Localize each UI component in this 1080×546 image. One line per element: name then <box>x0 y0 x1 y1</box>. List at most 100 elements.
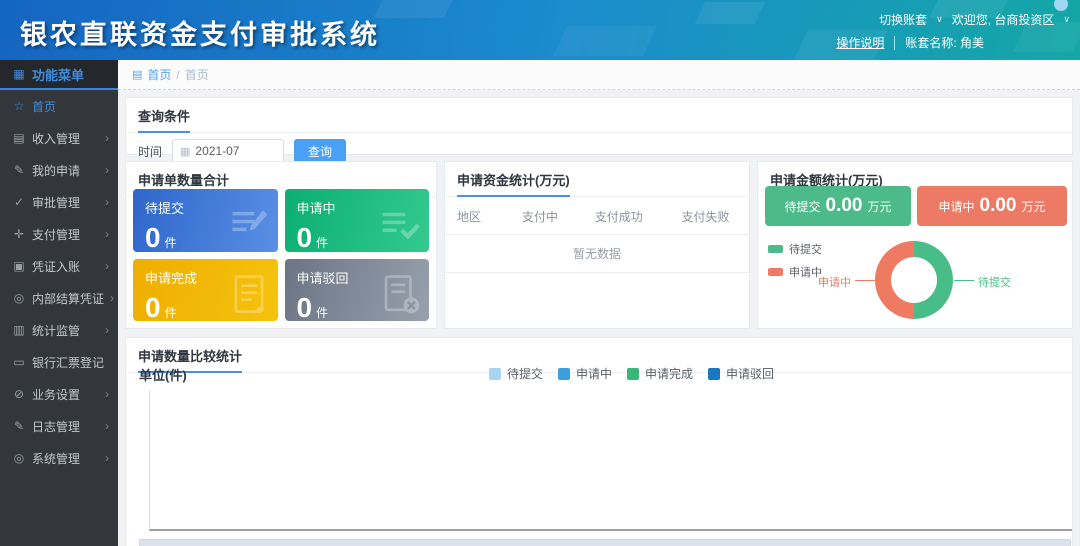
sidebar: ▦ 功能菜单 ☆ 首页 ▤ 收入管理 › ✎ 我的申请 › ✓ 审批管理 › ✛… <box>0 60 118 546</box>
gear-icon: ◎ <box>12 451 26 465</box>
header-top-row: 切换账套 ∨ 欢迎您, 台商投资区 ∨ <box>879 11 1070 28</box>
sidebar-item-system-management[interactable]: ◎ 系统管理 › <box>0 442 118 474</box>
legend-item-applying[interactable]: 申请中 <box>558 365 612 382</box>
sidebar-item-label: 统计监管 <box>32 322 80 339</box>
sidebar-menu-header: ▦ 功能菜单 <box>0 60 118 90</box>
legend-swatch-dark-blue <box>708 368 720 380</box>
sidebar-item-label: 收入管理 <box>32 130 80 147</box>
legend-item-pending[interactable]: 待提交 <box>768 241 822 257</box>
card-completed: 申请完成 0件 <box>133 259 278 322</box>
sidebar-item-log-management[interactable]: ✎ 日志管理 › <box>0 410 118 442</box>
sidebar-item-label: 凭证入账 <box>32 258 80 275</box>
query-panel: 查询条件 时间 ▦ 查询 <box>125 97 1073 155</box>
legend-item-pending-submit[interactable]: 待提交 <box>489 365 543 382</box>
donut-callout-line-left <box>855 280 875 281</box>
sidebar-item-label: 首页 <box>32 98 56 115</box>
sidebar-item-approval[interactable]: ✓ 审批管理 › <box>0 186 118 218</box>
count-cards: 待提交 0件 申请中 0件 申请 <box>133 189 429 321</box>
comparison-chart-panel: 申请数量比较统计 单位(件) 待提交 申请中 申请完成 申请驳回 <box>125 337 1073 546</box>
header-decoration <box>553 26 657 56</box>
sidebar-item-label: 内部结算凭证 <box>32 290 104 307</box>
card-unit: 件 <box>165 236 177 250</box>
table-header-row: 地区 支付中 支付成功 支付失败 <box>445 199 749 235</box>
amount-value: 0.00 <box>980 195 1017 217</box>
count-summary-panel: 申请单数量合计 待提交 0件 申请中 0件 <box>125 161 437 329</box>
document-icon: ▤ <box>12 131 26 145</box>
link-icon: ⊘ <box>12 387 26 401</box>
sidebar-item-statistics[interactable]: ▥ 统计监管 › <box>0 314 118 346</box>
sidebar-item-internal-settlement[interactable]: ◎ 内部结算凭证 › <box>0 282 118 314</box>
legend-item-rejected[interactable]: 申请驳回 <box>708 365 774 382</box>
column-header-paying: 支付中 <box>505 199 576 235</box>
chevron-right-icon: › <box>105 387 109 401</box>
search-button[interactable]: 查询 <box>294 139 346 163</box>
query-row: 时间 ▦ 查询 <box>126 133 1072 163</box>
legend-item-complete[interactable]: 申请完成 <box>627 365 693 382</box>
sidebar-item-voucher-entry[interactable]: ▣ 凭证入账 › <box>0 250 118 282</box>
plus-icon: ✛ <box>12 227 26 241</box>
sidebar-item-label: 审批管理 <box>32 194 80 211</box>
sidebar-item-bank-draft[interactable]: ▭ 银行汇票登记 <box>0 346 118 378</box>
menu-grid-icon: ▦ <box>12 67 26 81</box>
chevron-right-icon: › <box>105 227 109 241</box>
sidebar-item-label: 银行汇票登记 <box>32 354 104 371</box>
app-title: 银农直联资金支付审批系统 <box>20 13 380 52</box>
legend-item-in-progress[interactable]: 申请中 <box>768 264 822 280</box>
column-header-success: 支付成功 <box>575 199 662 235</box>
donut-legend: 待提交 申请中 <box>768 241 822 287</box>
document-x-icon <box>379 273 421 315</box>
document-edit-icon <box>228 204 270 246</box>
sidebar-item-my-applications[interactable]: ✎ 我的申请 › <box>0 154 118 186</box>
amount-label: 待提交 <box>784 198 820 215</box>
sidebar-item-home[interactable]: ☆ 首页 <box>0 90 118 122</box>
data-zoom-slider[interactable] <box>139 539 1071 546</box>
breadcrumb-home-link[interactable]: 首页 <box>147 66 171 83</box>
sidebar-item-business-settings[interactable]: ⊘ 业务设置 › <box>0 378 118 410</box>
amount-box-in-progress: 申请中 0.00 万元 <box>917 186 1067 226</box>
header-bottom-row: 操作说明 账套名称: 角美 <box>836 34 984 51</box>
amount-unit: 万元 <box>1021 198 1045 215</box>
edit-icon: ✎ <box>12 419 26 433</box>
fund-stats-table: 地区 支付中 支付成功 支付失败 暂无数据 <box>445 199 749 273</box>
card-value: 0 <box>297 292 313 322</box>
star-icon: ☆ <box>12 99 26 113</box>
legend-label: 待提交 <box>507 365 543 382</box>
legend-swatch-green <box>627 368 639 380</box>
date-input[interactable] <box>195 144 276 158</box>
legend-label: 待提交 <box>789 241 822 257</box>
operation-guide-link[interactable]: 操作说明 <box>836 34 884 51</box>
fund-stats-panel: 申请资金统计(万元) 地区 支付中 支付成功 支付失败 暂无数据 <box>444 161 750 329</box>
date-picker[interactable]: ▦ <box>172 139 284 163</box>
chevron-right-icon: › <box>110 291 114 305</box>
welcome-user-menu[interactable]: 欢迎您, 台商投资区 <box>952 11 1055 28</box>
y-axis-unit-label: 单位(件) <box>139 365 187 384</box>
switch-account-button[interactable]: 切换账套 <box>879 11 927 28</box>
table-empty-row: 暂无数据 <box>445 235 749 273</box>
sidebar-item-label: 日志管理 <box>32 418 80 435</box>
card-icon: ▭ <box>12 355 26 369</box>
empty-data-text: 暂无数据 <box>445 235 749 273</box>
chevron-down-icon[interactable]: ∨ <box>1063 14 1070 25</box>
sidebar-item-label: 我的申请 <box>32 162 80 179</box>
bar-chart-icon: ▥ <box>12 323 26 337</box>
list-check-icon <box>379 204 421 246</box>
donut-label-pending: 待提交 <box>978 274 1011 290</box>
fund-stats-header: 申请资金统计(万元) <box>445 162 749 197</box>
sidebar-item-income[interactable]: ▤ 收入管理 › <box>0 122 118 154</box>
check-icon: ✓ <box>12 195 26 209</box>
sidebar-item-label: 系统管理 <box>32 450 80 467</box>
card-unit: 件 <box>316 306 328 320</box>
sidebar-item-payment[interactable]: ✛ 支付管理 › <box>0 218 118 250</box>
card-unit: 件 <box>316 236 328 250</box>
time-label: 时间 <box>138 143 162 160</box>
chevron-down-icon[interactable]: ∨ <box>936 14 943 25</box>
column-header-region: 地区 <box>445 199 505 235</box>
breadcrumb: ▤ 首页 / 首页 <box>118 60 1080 90</box>
chevron-right-icon: › <box>105 323 109 337</box>
amount-value: 0.00 <box>826 195 863 217</box>
donut-chart <box>875 241 953 319</box>
briefcase-icon: ▣ <box>12 259 26 273</box>
pencil-icon: ✎ <box>12 163 26 177</box>
legend-label: 申请驳回 <box>726 365 774 382</box>
legend-label: 申请完成 <box>645 365 693 382</box>
